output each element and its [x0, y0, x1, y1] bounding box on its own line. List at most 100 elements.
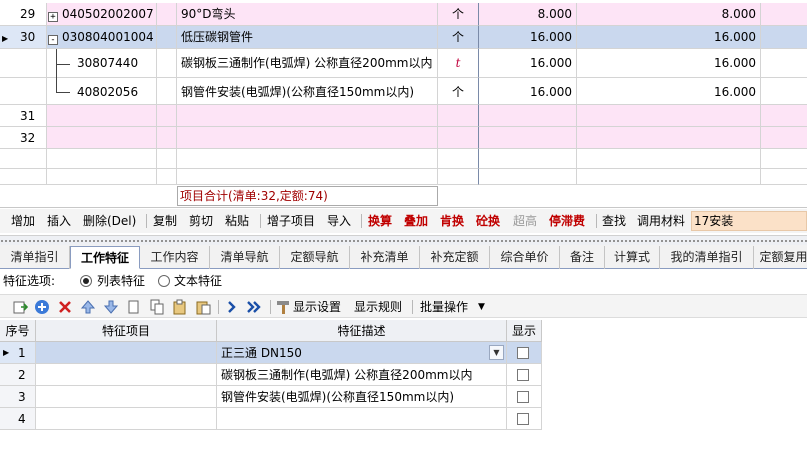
header-show[interactable]: 显示: [507, 320, 542, 342]
show-checkbox[interactable]: [517, 347, 529, 359]
bill-code-cell[interactable]: [47, 127, 157, 149]
feature-desc-cell[interactable]: [217, 408, 507, 430]
clipboard-icon[interactable]: [172, 299, 188, 315]
feature-row-selected[interactable]: ▶ 1 正三通 DN150 ▼: [0, 342, 542, 364]
stagnation-fee-button[interactable]: 停滞费: [549, 209, 585, 233]
concrete-swap-button[interactable]: 砼换: [476, 209, 500, 233]
bill-row[interactable]: 29 +040502002007 90°D弯头 个 8.000 8.000: [0, 3, 807, 26]
paste-icon[interactable]: [195, 299, 211, 315]
tab-work-content[interactable]: 工作内容: [140, 246, 210, 269]
find-button[interactable]: 查找: [602, 209, 626, 233]
feature-row[interactable]: 3 钢管件安装(电弧焊)(公称直径150mm以内): [0, 386, 542, 408]
bill-code-cell[interactable]: +040502002007: [47, 3, 157, 26]
tab-bill-navigation[interactable]: 清单导航: [210, 246, 280, 269]
quota-row[interactable]: 40802056 钢管件安装(电弧焊)(公称直径150mm以内) 个 16.00…: [0, 78, 807, 105]
bill-unit[interactable]: 个: [438, 3, 479, 26]
feature-item-cell[interactable]: [36, 364, 217, 386]
show-checkbox[interactable]: [517, 391, 529, 403]
delete-button[interactable]: 删除(Del): [83, 209, 136, 233]
feature-desc-cell[interactable]: 钢管件安装(电弧焊)(公称直径150mm以内): [217, 386, 507, 408]
quota-quantity[interactable]: 16.000: [479, 78, 577, 105]
show-cell[interactable]: [507, 364, 542, 386]
tab-formula[interactable]: 计算式: [605, 246, 660, 269]
bill-unit[interactable]: [438, 127, 479, 149]
use-material-button[interactable]: 调用材料: [637, 209, 685, 233]
tab-supplement-bill[interactable]: 补充清单: [350, 246, 420, 269]
bill-code-cell[interactable]: [47, 105, 157, 127]
feature-item-cell[interactable]: [36, 342, 217, 364]
list-feature-radio[interactable]: [80, 275, 92, 287]
quota-row[interactable]: 30807440 碳钢板三通制作(电弧焊) 公称直径200mm以内 t 16.0…: [0, 49, 807, 78]
insert-button[interactable]: 插入: [47, 209, 71, 233]
show-checkbox[interactable]: [517, 413, 529, 425]
quota-quantity[interactable]: 16.000: [479, 49, 577, 78]
show-cell[interactable]: [507, 342, 542, 364]
stack-button[interactable]: 叠加: [404, 209, 428, 233]
import-feature-icon[interactable]: [12, 299, 29, 315]
quota-quantity-total[interactable]: 16.000: [577, 49, 761, 78]
header-feature-desc[interactable]: 特征描述: [217, 320, 507, 342]
ken-swap-button[interactable]: 肯换: [440, 209, 464, 233]
bill-name[interactable]: [177, 105, 438, 127]
import-button[interactable]: 导入: [327, 209, 351, 233]
tab-unit-price[interactable]: 综合单价: [490, 246, 560, 269]
text-feature-label[interactable]: 文本特征: [174, 270, 222, 292]
double-chevron-right-icon[interactable]: [246, 299, 262, 315]
feature-item-cell[interactable]: [36, 408, 217, 430]
tab-my-bill-guide[interactable]: 我的清单指引: [660, 246, 754, 269]
bill-unit[interactable]: [438, 105, 479, 127]
header-feature-item[interactable]: 特征项目: [36, 320, 217, 342]
add-sub-item-button[interactable]: 增子项目: [267, 209, 315, 233]
batch-operations-button[interactable]: 批量操作: [420, 295, 468, 319]
bill-row-empty[interactable]: 32: [0, 127, 807, 149]
feature-item-cell[interactable]: [36, 386, 217, 408]
feature-desc-cell[interactable]: 碳钢板三通制作(电弧焊) 公称直径200mm以内: [217, 364, 507, 386]
quota-name[interactable]: 碳钢板三通制作(电弧焊) 公称直径200mm以内: [177, 49, 438, 78]
tab-quota-reuse[interactable]: 定额复用: [754, 246, 807, 269]
bill-quantity[interactable]: 16.000: [479, 26, 577, 49]
bill-quantity-total[interactable]: [577, 127, 761, 149]
collapse-minus-icon[interactable]: -: [48, 35, 58, 45]
feature-desc-cell[interactable]: 正三通 DN150 ▼: [217, 342, 507, 364]
quota-unit[interactable]: 个: [438, 78, 479, 105]
dropdown-arrow-icon[interactable]: ▼: [478, 295, 485, 319]
bill-quantity-total[interactable]: [577, 105, 761, 127]
paste-button[interactable]: 粘贴: [225, 209, 249, 233]
over-height-button[interactable]: 超高: [513, 209, 537, 233]
bill-name[interactable]: [177, 127, 438, 149]
copy-icon[interactable]: [126, 299, 142, 315]
tab-notes[interactable]: 备注: [560, 246, 605, 269]
panel-splitter[interactable]: [0, 235, 807, 245]
show-cell[interactable]: [507, 408, 542, 430]
duplicate-icon[interactable]: [149, 299, 165, 315]
list-feature-label[interactable]: 列表特征: [97, 270, 145, 292]
tab-work-features[interactable]: 工作特征: [70, 246, 140, 269]
move-down-icon[interactable]: [103, 299, 119, 315]
bill-name[interactable]: 低压碳钢管件: [177, 26, 438, 49]
bill-unit[interactable]: 个: [438, 26, 479, 49]
bill-row-empty[interactable]: 31: [0, 105, 807, 127]
bill-quantity[interactable]: [479, 127, 577, 149]
tab-bill-guide[interactable]: 清单指引: [0, 246, 70, 269]
bill-name[interactable]: 90°D弯头: [177, 3, 438, 26]
text-feature-radio[interactable]: [158, 275, 170, 287]
bill-row-selected[interactable]: ▶ 30 -030804001004 低压碳钢管件 个 16.000 16.00…: [0, 26, 807, 49]
quota-name[interactable]: 钢管件安装(电弧焊)(公称直径150mm以内): [177, 78, 438, 105]
bill-quantity-total[interactable]: 8.000: [577, 3, 761, 26]
show-checkbox[interactable]: [517, 369, 529, 381]
feature-row[interactable]: 2 碳钢板三通制作(电弧焊) 公称直径200mm以内: [0, 364, 542, 386]
bill-code-cell[interactable]: -030804001004: [47, 26, 157, 49]
feature-row[interactable]: 4: [0, 408, 542, 430]
add-circle-icon[interactable]: [34, 299, 50, 315]
tab-quota-navigation[interactable]: 定额导航: [280, 246, 350, 269]
move-up-icon[interactable]: [80, 299, 96, 315]
bill-quantity[interactable]: 8.000: [479, 3, 577, 26]
show-settings-button[interactable]: 显示设置: [293, 295, 341, 319]
cut-button[interactable]: 剪切: [189, 209, 213, 233]
quota-unit[interactable]: t: [438, 49, 479, 78]
copy-button[interactable]: 复制: [153, 209, 177, 233]
chevron-right-icon[interactable]: [224, 299, 240, 315]
quota-quantity-total[interactable]: 16.000: [577, 78, 761, 105]
show-cell[interactable]: [507, 386, 542, 408]
settings-hammer-icon[interactable]: [275, 299, 291, 315]
